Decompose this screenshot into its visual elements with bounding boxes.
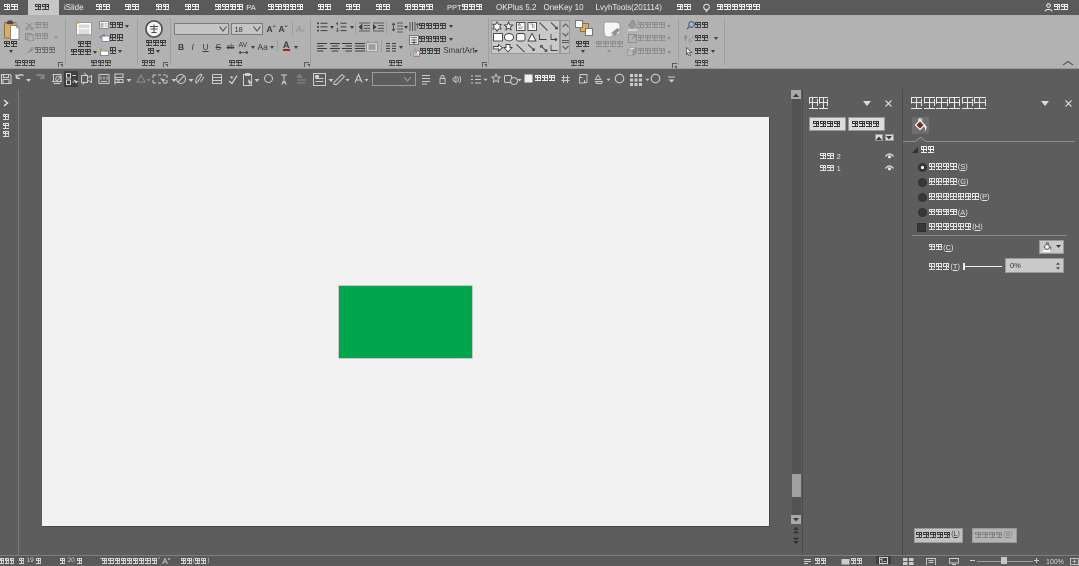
svg-text:b: b bbox=[689, 38, 692, 43]
svg-text:a: a bbox=[684, 34, 688, 40]
